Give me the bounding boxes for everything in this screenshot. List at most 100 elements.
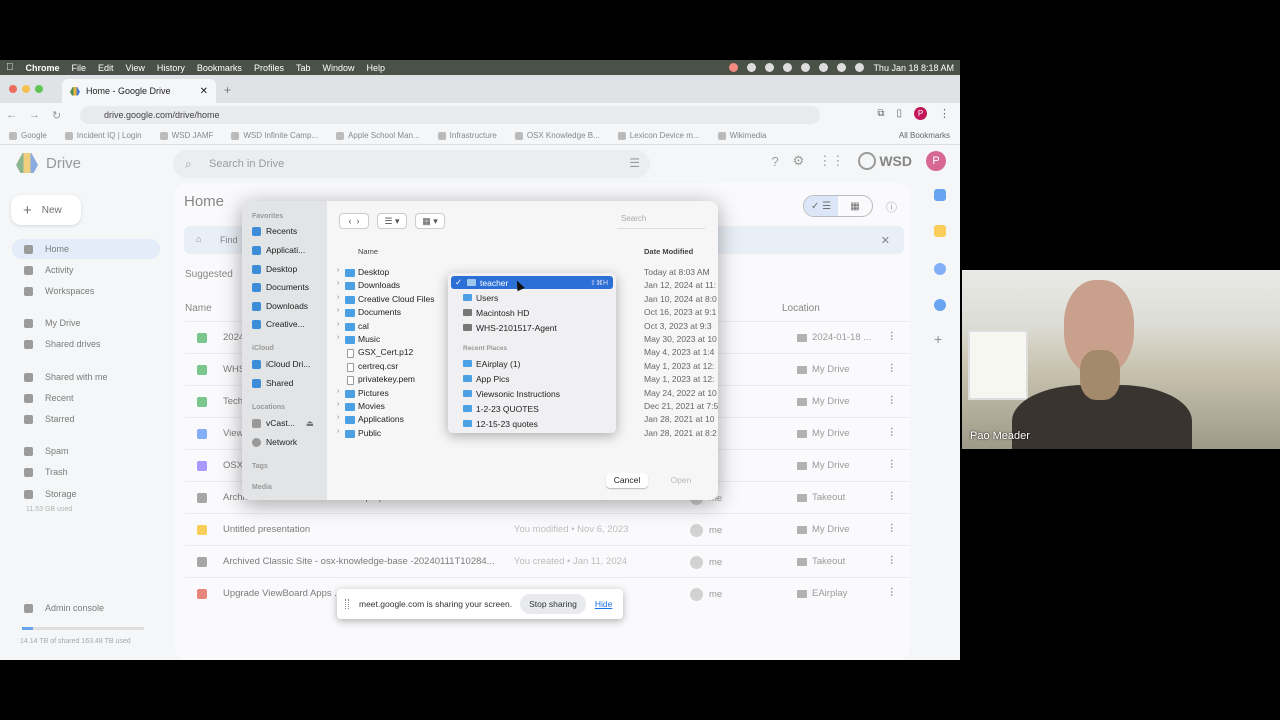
sidebar-item-recents[interactable]: Recents xyxy=(252,224,324,238)
sidebar-item-shared[interactable]: Shared xyxy=(252,376,324,390)
spotlight-icon[interactable] xyxy=(819,63,829,72)
menu-edit[interactable]: Edit xyxy=(92,63,120,73)
back-icon[interactable]: ← xyxy=(0,109,23,121)
bookmark-item[interactable]: Infrastructure xyxy=(429,131,506,140)
folder-icon xyxy=(463,360,472,367)
folder-icon xyxy=(345,416,355,425)
menu-clock[interactable]: Thu Jan 18 8:18 AM xyxy=(873,63,954,73)
menu-bookmarks[interactable]: Bookmarks xyxy=(191,63,248,73)
disclosure-arrow-icon[interactable]: › xyxy=(337,401,339,408)
recent-place-item[interactable]: 1-2-23 QUOTES xyxy=(451,402,613,415)
bookmark-item[interactable]: OSX Knowledge B... xyxy=(506,131,609,140)
sidebar-item-applications[interactable]: Applicati... xyxy=(252,243,324,257)
sidebar-item-downloads[interactable]: Downloads xyxy=(252,299,324,313)
menu-view[interactable]: View xyxy=(120,63,151,73)
disclosure-arrow-icon[interactable]: › xyxy=(337,388,339,395)
siri-icon[interactable] xyxy=(855,63,865,72)
drag-handle-icon[interactable] xyxy=(345,599,349,609)
bookmark-label: Lexicon Device m... xyxy=(629,131,700,140)
bookmarks-bar: Google Incident IQ | Login WSD JAMF WSD … xyxy=(0,127,960,145)
bookmark-item[interactable]: WSD Infinite Camp... xyxy=(222,131,327,140)
sidebar-item-desktop[interactable]: Desktop xyxy=(252,262,324,276)
headphones-icon[interactable] xyxy=(765,63,775,72)
sidebar-item-network[interactable]: Network xyxy=(252,435,324,449)
eject-icon[interactable]: ⏏ xyxy=(306,418,314,429)
hide-link[interactable]: Hide xyxy=(595,599,612,609)
bookmark-item[interactable]: Google xyxy=(0,131,56,140)
menu-profiles[interactable]: Profiles xyxy=(248,63,290,73)
chrome-menu-icon[interactable]: ⋮ xyxy=(939,107,950,120)
sidebar-item-label: vCast... xyxy=(266,418,295,428)
forward-icon[interactable]: → xyxy=(23,109,46,121)
cancel-button[interactable]: Cancel xyxy=(606,473,648,488)
path-item-computer[interactable]: WHS-2101517-Agent xyxy=(451,321,613,334)
apple-icon[interactable]:  xyxy=(0,62,20,73)
recent-place-item[interactable]: EAirplay (1) xyxy=(451,357,613,370)
reload-icon[interactable]: ↻ xyxy=(46,109,67,122)
bluetooth-icon[interactable] xyxy=(783,63,793,72)
all-bookmarks-button[interactable]: All Bookmarks xyxy=(899,131,950,140)
disclosure-arrow-icon[interactable]: › xyxy=(337,321,339,328)
menu-window[interactable]: Window xyxy=(316,63,360,73)
screen-share-icon[interactable] xyxy=(729,63,739,72)
disclosure-arrow-icon[interactable]: › xyxy=(337,280,339,287)
file-name: GSX_Cert.p12 xyxy=(358,347,414,358)
recent-place-item[interactable]: 12-15-23 quotes xyxy=(451,417,613,430)
stop-sharing-button[interactable]: Stop sharing xyxy=(520,594,586,614)
maximize-window-icon[interactable] xyxy=(35,85,43,93)
bookmark-item[interactable]: Incident IQ | Login xyxy=(56,131,151,140)
profile-avatar[interactable]: P xyxy=(914,107,927,120)
sidepanel-icon[interactable]: ▯ xyxy=(896,108,902,119)
path-item-teacher[interactable]: ✓ teacher ⇧⌘H xyxy=(451,276,613,289)
control-center-icon[interactable] xyxy=(837,63,847,72)
path-item-macintosh-hd[interactable]: Macintosh HD xyxy=(451,306,613,319)
bookmark-item[interactable]: Apple School Man... xyxy=(327,131,429,140)
url-input[interactable]: drive.google.com/drive/home xyxy=(80,106,820,124)
menu-app-chrome[interactable]: Chrome xyxy=(20,63,66,73)
sidebar-item-icloud-drive[interactable]: iCloud Dri... xyxy=(252,357,324,371)
close-tab-icon[interactable]: ✕ xyxy=(200,86,208,97)
dialog-search-input[interactable]: Search xyxy=(617,214,705,229)
file-name: Music xyxy=(358,334,381,344)
menu-tab[interactable]: Tab xyxy=(290,63,317,73)
bookmark-favicon-icon xyxy=(9,131,17,140)
sidebar-item-documents[interactable]: Documents xyxy=(252,280,324,294)
menu-history[interactable]: History xyxy=(151,63,191,73)
disclosure-arrow-icon[interactable]: › xyxy=(337,428,339,435)
disclosure-arrow-icon[interactable]: › xyxy=(337,307,339,314)
bookmark-item[interactable]: Lexicon Device m... xyxy=(609,131,709,140)
recent-place-item[interactable]: App Pics xyxy=(451,372,613,385)
group-view-icon[interactable]: ▦ ▾ xyxy=(415,213,445,229)
bookmark-label: WSD Infinite Camp... xyxy=(243,131,319,140)
path-item-users[interactable]: Users xyxy=(451,291,613,304)
column-header-date-modified[interactable]: Date Modified xyxy=(644,247,693,256)
menu-file[interactable]: File xyxy=(66,63,93,73)
recent-place-item[interactable]: Viewsonic Instructions xyxy=(451,387,613,400)
menu-help[interactable]: Help xyxy=(360,63,391,73)
bookmark-item[interactable]: WSD JAMF xyxy=(151,131,223,140)
folder-icon xyxy=(345,295,355,304)
minimize-window-icon[interactable] xyxy=(22,85,30,93)
tab-drive-home[interactable]: Home - Google Drive ✕ xyxy=(62,79,216,103)
column-header-name[interactable]: Name xyxy=(358,247,378,256)
open-button[interactable]: Open xyxy=(660,473,702,488)
bookmark-favicon-icon xyxy=(617,131,626,140)
disclosure-arrow-icon[interactable]: › xyxy=(337,334,339,341)
disclosure-arrow-icon[interactable]: › xyxy=(337,267,339,274)
wifi-icon[interactable] xyxy=(801,63,811,72)
disclosure-arrow-icon[interactable]: › xyxy=(337,414,339,421)
folder-icon xyxy=(252,319,261,329)
back-forward-buttons[interactable]: ‹ › xyxy=(339,213,369,229)
window-controls xyxy=(9,85,43,93)
extensions-icon[interactable]: ⧉ xyxy=(877,108,884,119)
play-icon[interactable] xyxy=(747,63,757,72)
file-date: May 1, 2023 at 12: xyxy=(644,374,715,385)
sidebar-item-vcast[interactable]: vCast... ⏏ xyxy=(252,416,324,430)
bookmark-item[interactable]: Wikimedia xyxy=(709,131,776,140)
close-window-icon[interactable] xyxy=(9,85,17,93)
sidebar-item-creative-cloud[interactable]: Creative... xyxy=(252,317,324,331)
file-name: Pictures xyxy=(358,387,389,398)
list-view-icon[interactable]: ☰ ▾ xyxy=(377,213,407,229)
disclosure-arrow-icon[interactable]: › xyxy=(337,294,339,301)
new-tab-icon[interactable]: + xyxy=(224,83,231,97)
